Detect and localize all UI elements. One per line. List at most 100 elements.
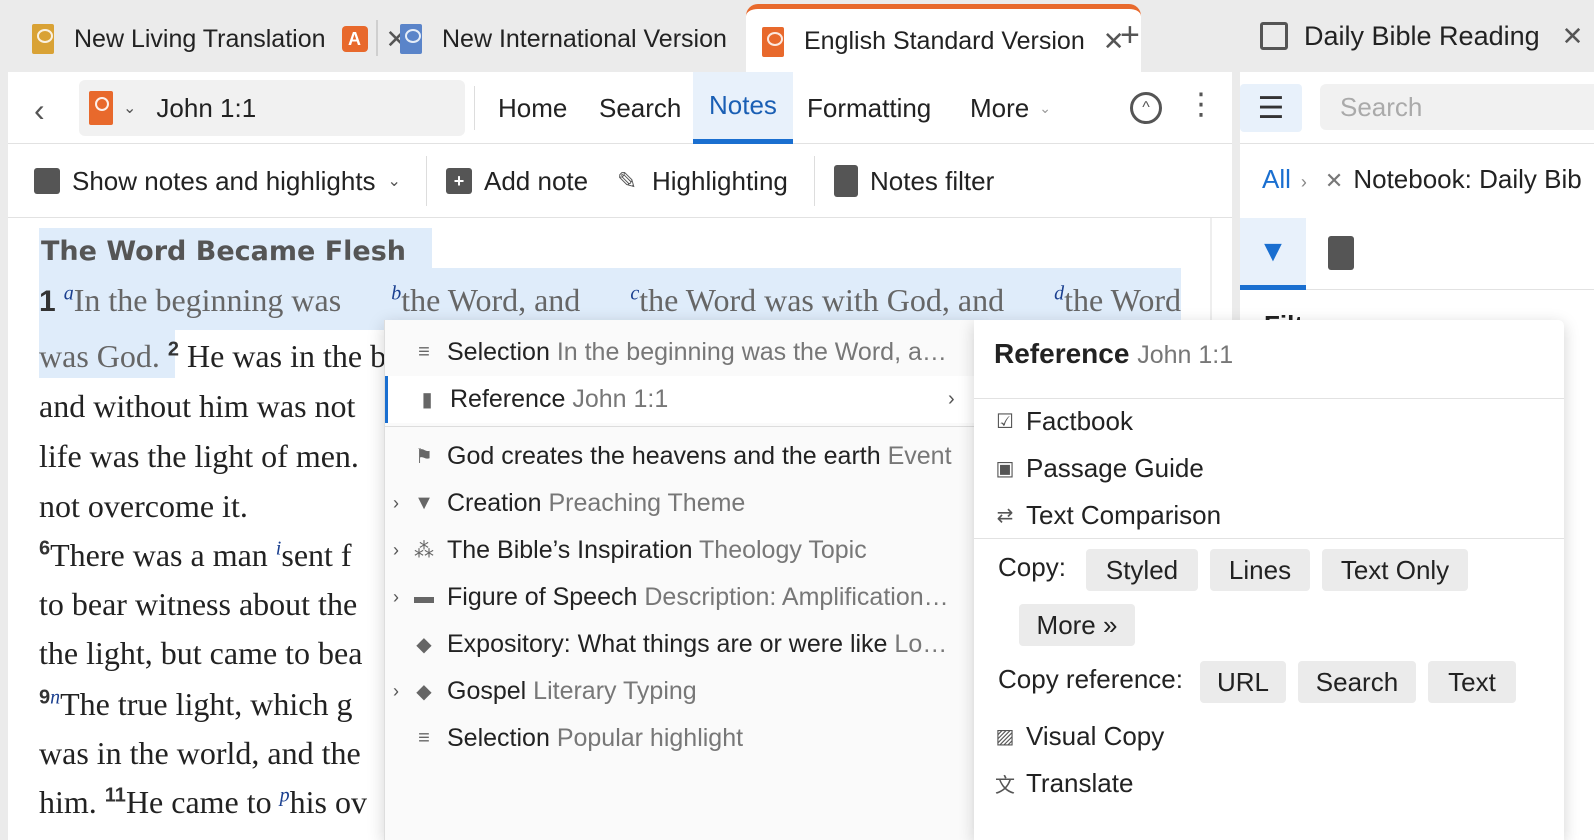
filter-funnel-icon[interactable]: ▼	[1240, 218, 1306, 290]
reference-box[interactable]: ⌄ John 1:1	[79, 80, 465, 136]
plus-note-icon: +	[446, 168, 472, 194]
text-comparison-item[interactable]: ⇄ Text Comparison	[994, 492, 1221, 539]
context-menu: ≡ Selection In the beginning was the Wor…	[384, 320, 977, 840]
a-badge: A	[341, 26, 368, 52]
text-line: to bear witness about the	[39, 586, 358, 622]
chevron-right-icon: ›	[948, 388, 955, 410]
section-heading: The Word Became Flesh	[39, 228, 433, 284]
menu-item-reference[interactable]: ▮ Reference John 1:1 ›	[385, 376, 977, 423]
highlighting-button[interactable]: ✎ Highlighting	[614, 144, 788, 218]
tab-divider	[376, 20, 378, 56]
guide-icon: ▣	[995, 458, 1015, 480]
tab-nlt[interactable]: New Living Translation A ✕	[32, 6, 407, 72]
marker-icon: ✎	[616, 167, 638, 195]
back-arrow-icon[interactable]: ‹	[34, 92, 45, 129]
tab-label: English Standard Version	[804, 27, 1085, 55]
text-line: was God. 2 He was in the b	[39, 338, 387, 374]
hamburger-menu-icon[interactable]: ☰	[1240, 84, 1302, 132]
menu-formatting[interactable]: Formatting	[807, 72, 931, 144]
tab-esv[interactable]: English Standard Version ✕	[746, 4, 1141, 74]
notes-filter-label: Notes filter	[870, 165, 995, 196]
divider	[426, 156, 427, 206]
text-line: was in the world, and the	[39, 735, 361, 771]
menu-item-preaching-theme[interactable]: › ▼ Creation Preaching Theme	[385, 480, 977, 527]
menu-item-figure-of-speech[interactable]: › ▬ Figure of Speech Description: Amplif…	[385, 574, 977, 621]
divider	[385, 426, 977, 427]
text-line: and without him was not	[39, 388, 356, 424]
show-notes-dropdown[interactable]: Show notes and highlights ⌄	[34, 144, 401, 218]
diamond-icon: ◆	[416, 634, 432, 656]
expand-arrow-icon[interactable]: ›	[393, 587, 399, 608]
add-tab-icon[interactable]: +	[1120, 16, 1140, 55]
expand-arrow-icon[interactable]: ›	[393, 681, 399, 702]
translate-item[interactable]: 文 Translate	[994, 760, 1133, 807]
text-line: not overcome it.	[39, 488, 248, 524]
copy-ref-search-button[interactable]: Search	[1298, 661, 1416, 703]
copy-ref-url-button[interactable]: URL	[1200, 661, 1286, 703]
menu-more[interactable]: More ⌄	[970, 72, 1051, 144]
tab-niv[interactable]: New International Version ✕	[400, 6, 767, 72]
submenu-title: Reference John 1:1	[994, 338, 1234, 369]
notebook-icon	[834, 165, 858, 197]
kebab-menu-icon[interactable]: ⋮	[1186, 90, 1216, 120]
niv-book-icon	[400, 24, 422, 54]
crumb-all[interactable]: All	[1262, 164, 1291, 194]
esv-book-icon	[762, 26, 784, 57]
side-search-input[interactable]: Search	[1320, 84, 1594, 130]
visual-copy-item[interactable]: ▨ Visual Copy	[994, 713, 1165, 760]
side-tab-label: Daily Bible Reading	[1304, 20, 1540, 51]
notes-filter-button[interactable]: Notes filter	[834, 144, 994, 218]
show-notes-label: Show notes and highlights	[72, 165, 376, 196]
menu-item-popular-highlight[interactable]: ≡ Selection Popular highlight	[385, 715, 977, 762]
copy-ref-text-button[interactable]: Text	[1428, 661, 1516, 703]
copy-more-button[interactable]: More »	[1019, 604, 1135, 646]
passage-guide-item[interactable]: ▣ Passage Guide	[994, 445, 1204, 492]
expand-arrow-icon[interactable]: ›	[393, 493, 399, 514]
menu-item-event[interactable]: ⚑ God creates the heavens and the earth …	[385, 433, 977, 480]
reference-submenu: Reference John 1:1 ☑ Factbook ▣ Passage Gu…	[974, 320, 1564, 840]
menu-search[interactable]: Search	[599, 72, 681, 144]
reference-input[interactable]: John 1:1	[156, 93, 256, 124]
menu-home[interactable]: Home	[498, 72, 567, 144]
add-note-button[interactable]: + Add note	[446, 144, 588, 218]
esv-book-icon	[89, 91, 113, 125]
notebook-icon[interactable]	[1328, 236, 1354, 270]
menu-notes[interactable]: Notes	[693, 72, 793, 144]
bookmark-icon: ▮	[421, 389, 433, 411]
text-line: him. 11He came to phis ov	[39, 784, 367, 820]
swap-arrows-icon: ⇄	[996, 505, 1014, 527]
lines-icon: ≡	[418, 727, 430, 749]
crumb-notebook[interactable]: Notebook: Daily Bib	[1353, 164, 1581, 194]
expand-arrow-icon[interactable]: ›	[393, 540, 399, 561]
flag-icon: ⚑	[415, 446, 433, 468]
menu-item-theology-topic[interactable]: › ⁂ The Bible’s Inspiration Theology Top…	[385, 527, 977, 574]
panel-toolbar: ‹ ⌄ John 1:1 Home Search Notes Formattin…	[8, 72, 1232, 144]
text-line: 6There was a man isent f	[39, 537, 352, 573]
menu-item-expository[interactable]: ◆ Expository: What things are or were li…	[385, 621, 977, 668]
checkbox-book-icon: ☑	[996, 411, 1014, 433]
factbook-item[interactable]: ☑ Factbook	[994, 398, 1133, 445]
copy-styled-button[interactable]: Styled	[1086, 549, 1198, 591]
chevron-down-icon: ⌄	[387, 173, 401, 190]
diamond-icon: ◆	[416, 681, 432, 703]
side-toolbar: ☰ Search	[1240, 72, 1594, 144]
copy-text-only-button[interactable]: Text Only	[1322, 549, 1468, 591]
chevron-down-icon[interactable]: ⌄	[123, 98, 136, 118]
tab-label: New International Version	[442, 24, 727, 53]
copy-reference-label: Copy reference:	[998, 664, 1183, 694]
collapse-up-icon[interactable]: ^	[1130, 92, 1162, 124]
text-line: 9nThe true light, which g	[39, 686, 353, 722]
stack-icon	[1260, 22, 1288, 50]
close-icon[interactable]: ✕	[1325, 168, 1343, 193]
copy-lines-button[interactable]: Lines	[1210, 549, 1310, 591]
chevron-right-icon: ›	[1300, 172, 1307, 192]
translate-icon: 文	[995, 775, 1015, 797]
nlt-book-icon	[32, 24, 54, 54]
notes-toolbar: Show notes and highlights ⌄ + Add note ✎…	[8, 144, 1232, 218]
tag-icon: ▬	[414, 586, 434, 608]
tab-daily-bible-reading[interactable]: Daily Bible Reading ✕	[1240, 0, 1594, 72]
close-icon[interactable]: ✕	[1562, 21, 1584, 52]
menu-item-selection[interactable]: ≡ Selection In the beginning was the Wor…	[385, 329, 977, 376]
menu-item-gospel[interactable]: › ◆ Gospel Literary Typing	[385, 668, 977, 715]
divider	[974, 538, 1564, 539]
